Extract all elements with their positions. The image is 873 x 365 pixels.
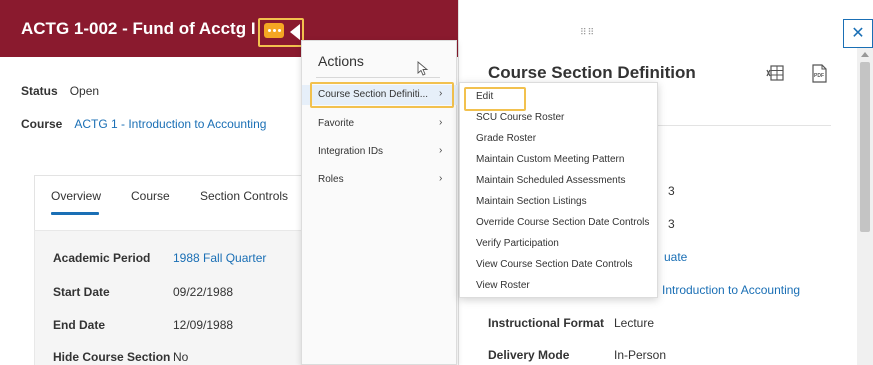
partial-course-link[interactable]: Introduction to Accounting <box>662 283 800 297</box>
status-value: Open <box>69 84 100 98</box>
submenu-item-maintain-section-listings[interactable]: Maintain Section Listings <box>460 191 659 212</box>
status-row: Status Open <box>21 84 99 98</box>
tab-bar: Overview Course Section Controls <box>34 175 314 235</box>
submenu-item-edit[interactable]: Edit <box>460 86 659 111</box>
page-title: ACTG 1-002 - Fund of Acctg I <box>21 19 256 38</box>
chevron-right-icon: › <box>439 88 443 99</box>
submenu-item-override-date-controls[interactable]: Override Course Section Date Controls <box>460 212 659 233</box>
submenu-item-view-roster[interactable]: View Roster <box>460 275 659 296</box>
actions-divider <box>316 77 440 78</box>
export-excel-icon[interactable] <box>766 64 784 82</box>
svg-text:PDF: PDF <box>814 73 824 79</box>
submenu-item-label: Edit <box>476 91 494 102</box>
delivery-mode-value: In-Person <box>614 348 667 362</box>
partial-link[interactable]: uate <box>664 250 687 264</box>
submenu-item-label: Verify Participation <box>476 238 559 249</box>
submenu-item-label: View Course Section Date Controls <box>476 259 633 270</box>
submenu-item-label: Maintain Scheduled Assessments <box>476 175 626 186</box>
delivery-mode-row: Delivery Mode In-Person <box>488 348 666 362</box>
menu-item-course-section-definition[interactable]: Course Section Definiti... › <box>302 82 458 108</box>
end-date-value: 12/09/1988 <box>173 318 234 332</box>
scrollbar-thumb[interactable] <box>860 62 870 232</box>
tab-course[interactable]: Course <box>131 189 170 203</box>
start-date-value: 09/22/1988 <box>173 285 234 299</box>
instructional-format-label: Instructional Format <box>488 316 605 330</box>
course-row: Course ACTG 1 - Introduction to Accountin… <box>21 117 266 131</box>
submenu-item-scu-course-roster[interactable]: SCU Course Roster <box>460 107 659 128</box>
hide-course-section-value: No <box>173 350 189 364</box>
scrollbar[interactable] <box>857 48 873 365</box>
drag-handle-icon[interactable]: ⠿⠿ <box>580 27 595 38</box>
submenu-item-label: Maintain Custom Meeting Pattern <box>476 154 625 165</box>
submenu-item-label: SCU Course Roster <box>476 112 565 123</box>
submenu-item-label: Maintain Section Listings <box>476 196 587 207</box>
tab-overview[interactable]: Overview <box>51 189 101 203</box>
instructional-format-value: Lecture <box>614 316 655 330</box>
course-link[interactable]: ACTG 1 - Introduction to Accounting <box>74 117 266 131</box>
submenu-item-label: Override Course Section Date Controls <box>476 217 650 228</box>
hide-course-section-label: Hide Course Section <box>53 350 171 364</box>
menu-item-roles[interactable]: Roles › <box>302 170 458 190</box>
end-date-label: End Date <box>53 318 106 332</box>
academic-period-link[interactable]: 1988 Fall Quarter <box>173 251 266 265</box>
chevron-right-icon: › <box>439 117 443 128</box>
close-button[interactable]: ✕ <box>843 19 873 48</box>
related-actions-button[interactable] <box>264 23 284 38</box>
menu-item-label: Favorite <box>318 118 355 129</box>
submenu-item-view-date-controls[interactable]: View Course Section Date Controls <box>460 254 659 275</box>
dot-icon <box>267 29 271 32</box>
detail-row: Start Date 09/22/1988 <box>53 285 233 299</box>
export-pdf-icon[interactable]: PDF <box>811 64 827 83</box>
partial-value: 3 <box>668 184 675 198</box>
delivery-mode-label: Delivery Mode <box>488 348 570 362</box>
menu-item-integration-ids[interactable]: Integration IDs › <box>302 142 458 162</box>
menu-pointer-icon <box>290 24 300 40</box>
close-icon: ✕ <box>851 24 865 42</box>
chevron-right-icon: › <box>439 173 443 184</box>
menu-item-label: Roles <box>318 174 344 185</box>
partial-value: 3 <box>668 217 675 231</box>
start-date-label: Start Date <box>53 285 110 299</box>
definition-title: Course Section Definition <box>488 63 696 82</box>
overview-details: Academic Period 1988 Fall Quarter Start D… <box>34 230 304 365</box>
submenu-item-grade-roster[interactable]: Grade Roster <box>460 128 659 149</box>
status-label: Status <box>21 84 58 98</box>
submenu-item-maintain-scheduled-assessments[interactable]: Maintain Scheduled Assessments <box>460 170 659 191</box>
instructional-format-row: Instructional Format Lecture <box>488 316 654 330</box>
academic-period-label: Academic Period <box>53 251 151 265</box>
actions-title: Actions <box>318 53 364 69</box>
submenu-item-label: View Roster <box>476 280 530 291</box>
dot-icon <box>272 29 276 32</box>
tab-section-controls[interactable]: Section Controls <box>200 189 288 203</box>
menu-item-favorite[interactable]: Favorite › <box>302 114 458 134</box>
course-section-definition-submenu: Edit SCU Course Roster Grade Roster Main… <box>459 82 658 298</box>
submenu-item-label: Grade Roster <box>476 133 537 144</box>
dot-icon <box>277 29 281 32</box>
scroll-up-icon[interactable] <box>861 52 869 57</box>
submenu-item-verify-participation[interactable]: Verify Participation <box>460 233 659 254</box>
menu-item-label: Integration IDs <box>318 146 384 157</box>
active-tab-indicator <box>51 212 99 215</box>
chevron-right-icon: › <box>439 145 443 156</box>
detail-row: Academic Period 1988 Fall Quarter <box>53 251 266 265</box>
menu-item-label: Course Section Definiti... <box>318 89 429 100</box>
actions-menu: Actions Course Section Definiti... › Fav… <box>301 40 458 365</box>
course-label: Course <box>21 117 63 131</box>
submenu-item-maintain-custom-meeting-pattern[interactable]: Maintain Custom Meeting Pattern <box>460 149 659 170</box>
detail-row: End Date 12/09/1988 <box>53 318 233 332</box>
detail-row: Hide Course Section No <box>53 350 188 364</box>
mouse-cursor-icon <box>417 61 429 76</box>
